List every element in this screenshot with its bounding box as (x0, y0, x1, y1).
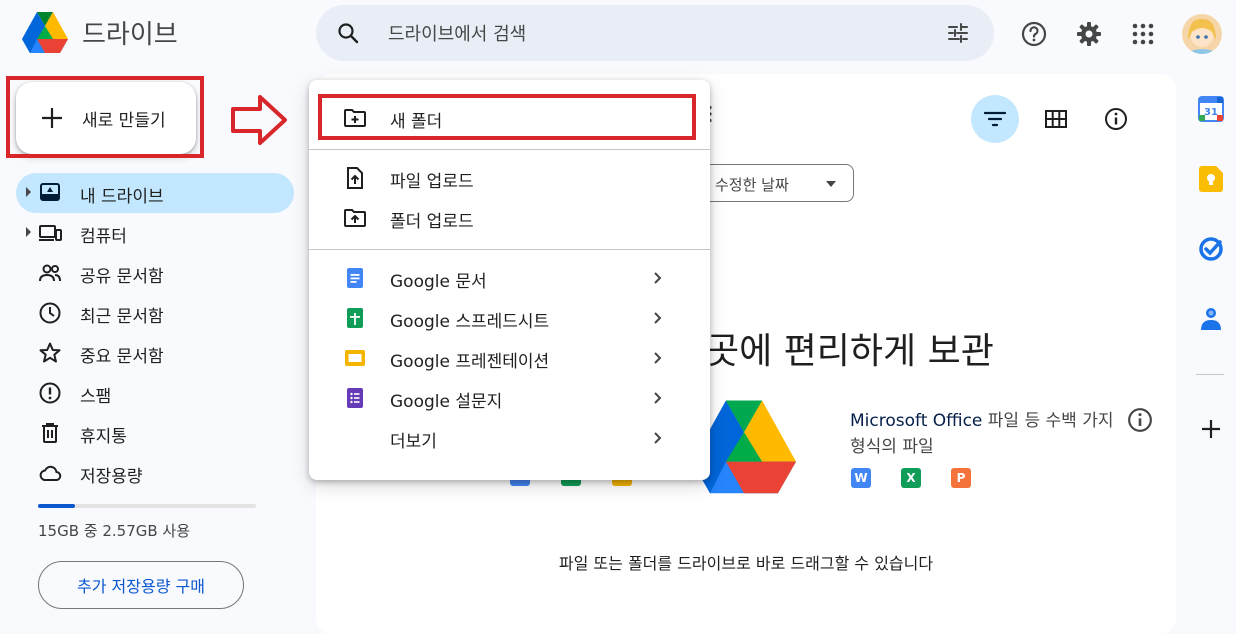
promo-info-icon[interactable] (1126, 406, 1154, 434)
sidebar-item-spam[interactable]: 스팸 (16, 373, 294, 413)
sidebar-item-label: 스팸 (80, 387, 112, 407)
filter-icon[interactable] (971, 95, 1019, 143)
folder-upload-icon (343, 206, 367, 230)
grid-view-icon[interactable] (1032, 95, 1080, 143)
google-sheets-icon (343, 306, 367, 330)
powerpoint-file-icon: P (951, 468, 971, 488)
sidebar-item-label: 저장용량 (80, 467, 143, 487)
menu-divider (309, 249, 710, 250)
my-drive-icon (38, 181, 62, 205)
menu-item-label: Google 프레젠테이션 (390, 352, 550, 372)
drive-logo-icon[interactable] (22, 12, 68, 54)
search-options-icon[interactable] (946, 21, 970, 45)
chevron-right-icon (647, 268, 667, 288)
info-icon[interactable] (1092, 95, 1140, 143)
drag-drop-message: 파일 또는 폴더를 드라이브로 바로 드래그할 수 있습니다 (558, 554, 934, 573)
gear-icon[interactable] (1069, 14, 1109, 54)
sidebar-item-computers[interactable]: 컴퓨터 (16, 213, 294, 253)
computer-icon (38, 221, 62, 245)
office-promo-text: Microsoft Office 파일 등 수백 가지 형식의 파일 (850, 408, 1120, 460)
menu-item-folder-upload[interactable]: 폴더 업로드 (309, 198, 710, 238)
star-icon (38, 341, 62, 365)
menu-item-label: Google 설문지 (390, 392, 503, 412)
storage-usage-text: 15GB 중 2.57GB 사용 (38, 522, 191, 540)
empty-state-heading: 곳에 편리하게 보관 (706, 331, 994, 372)
sidebar-item-label: 컴퓨터 (80, 227, 127, 247)
menu-divider (309, 149, 710, 150)
word-file-icon: W (851, 468, 871, 488)
highlight-box-new-button (6, 76, 204, 158)
sidebar-item-label: 중요 문서함 (80, 347, 164, 367)
apps-grid-icon[interactable] (1123, 14, 1163, 54)
dropdown-caret-icon (825, 180, 837, 188)
menu-item-label: Google 스프레드시트 (390, 312, 550, 332)
search-input[interactable] (386, 5, 910, 63)
promo-brand: Microsoft Office (850, 411, 983, 431)
google-forms-icon (343, 386, 367, 410)
app-title: 드라이브 (82, 20, 178, 50)
menu-item-label: 더보기 (390, 432, 437, 452)
expand-arrow-icon[interactable] (26, 187, 31, 197)
modified-date-filter-chip[interactable]: 수정한 날짜 (700, 164, 854, 202)
trash-icon (38, 421, 62, 445)
add-addon-icon[interactable] (1196, 414, 1226, 444)
calendar-icon[interactable]: 31 (1196, 94, 1226, 124)
chevron-right-icon (647, 428, 667, 448)
sidebar-item-label: 내 드라이브 (80, 187, 164, 207)
sidebar-item-my-drive[interactable]: 내 드라이브 (16, 173, 294, 213)
sidebar-item-storage[interactable]: 저장용량 (16, 453, 294, 493)
storage-progress-bar (38, 504, 256, 508)
buy-storage-label: 추가 저장용량 구매 (77, 577, 205, 596)
buy-storage-button[interactable]: 추가 저장용량 구매 (38, 561, 244, 609)
search-bar[interactable] (316, 5, 994, 63)
menu-item-google-forms[interactable]: Google 설문지 (309, 378, 710, 418)
sidebar-item-label: 공유 문서함 (80, 267, 164, 287)
chevron-right-icon (647, 388, 667, 408)
search-icon[interactable] (336, 21, 360, 45)
tasks-icon[interactable] (1196, 234, 1226, 264)
expand-arrow-icon[interactable] (26, 227, 31, 237)
menu-item-google-sheets[interactable]: Google 스프레드시트 (309, 298, 710, 338)
menu-item-label: 파일 업로드 (390, 172, 474, 192)
contacts-icon[interactable] (1196, 304, 1226, 334)
cloud-icon (38, 461, 62, 485)
google-docs-icon (343, 266, 367, 290)
highlight-box-new-folder (318, 94, 696, 140)
sidebar-item-starred[interactable]: 중요 문서함 (16, 333, 294, 373)
sidebar-item-label: 휴지통 (80, 427, 127, 447)
menu-item-label: 폴더 업로드 (390, 212, 474, 232)
keep-icon[interactable] (1196, 164, 1226, 194)
rail-divider (1196, 374, 1224, 375)
excel-file-icon: X (901, 468, 921, 488)
spam-icon (38, 381, 62, 405)
new-item-menu: 새 폴더 파일 업로드 폴더 업로드 Google 문서 Google 스프레드… (309, 80, 710, 480)
menu-item-more[interactable]: 더보기 (309, 418, 710, 458)
menu-item-label: Google 문서 (390, 272, 487, 292)
clock-icon (38, 301, 62, 325)
sidebar-item-trash[interactable]: 휴지통 (16, 413, 294, 453)
file-upload-icon (343, 166, 367, 190)
sidebar-item-recent[interactable]: 최근 문서함 (16, 293, 294, 333)
menu-item-google-docs[interactable]: Google 문서 (309, 258, 710, 298)
menu-item-file-upload[interactable]: 파일 업로드 (309, 158, 710, 198)
sidebar-item-shared[interactable]: 공유 문서함 (16, 253, 294, 293)
chip-label: 수정한 날짜 (715, 176, 789, 194)
storage-progress-fill (38, 504, 76, 508)
avatar[interactable] (1182, 14, 1222, 54)
menu-item-google-slides[interactable]: Google 프레젠테이션 (309, 338, 710, 378)
shared-people-icon (38, 261, 62, 285)
right-arrow-annotation-icon (230, 94, 288, 146)
chevron-right-icon (647, 308, 667, 328)
chevron-right-icon (647, 348, 667, 368)
svg-text:31: 31 (1204, 107, 1218, 118)
help-icon[interactable] (1014, 14, 1054, 54)
sidebar-item-label: 최근 문서함 (80, 307, 164, 327)
google-slides-icon (343, 346, 367, 370)
